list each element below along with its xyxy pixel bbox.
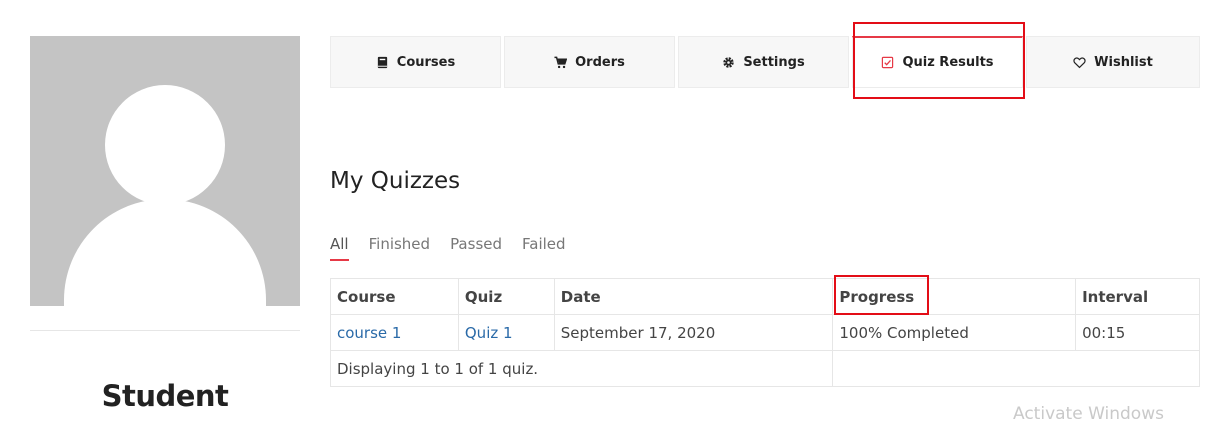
tab-wishlist-label: Wishlist [1094, 54, 1153, 70]
course-link[interactable]: course 1 [337, 324, 401, 342]
interval-cell: 00:15 [1075, 314, 1200, 351]
heart-icon [1073, 56, 1086, 69]
column-header-date: Date [553, 278, 834, 315]
footer-empty-cell [832, 350, 1200, 387]
avatar-head-shape [105, 85, 225, 205]
column-header-progress: Progress [832, 278, 1077, 315]
tab-orders-label: Orders [575, 54, 625, 70]
column-header-interval: Interval [1075, 278, 1200, 315]
page-title: My Quizzes [330, 168, 461, 194]
progress-cell: 100% Completed [832, 314, 1077, 351]
gear-icon [722, 56, 735, 69]
tab-orders[interactable]: Orders [504, 36, 675, 88]
checkbox-icon [881, 56, 894, 69]
cart-icon [554, 56, 568, 69]
course-cell: course 1 [330, 314, 459, 351]
avatar-body-shape [64, 199, 266, 306]
column-header-course: Course [330, 278, 459, 315]
column-header-quiz: Quiz [457, 278, 555, 315]
table-footer-row: Displaying 1 to 1 of 1 quiz. [329, 350, 1200, 387]
avatar [30, 36, 300, 306]
book-icon [376, 56, 389, 69]
tab-quiz-results-label: Quiz Results [902, 55, 994, 70]
filter-failed[interactable]: Failed [522, 235, 566, 259]
activate-windows-watermark: Activate Windows [1013, 404, 1164, 421]
filter-all[interactable]: All [330, 235, 349, 261]
table-row: course 1 Quiz 1 September 17, 2020 100% … [330, 314, 1200, 351]
quiz-results-table: Course Quiz Date Progress Interval cours… [329, 278, 1200, 387]
tab-courses-label: Courses [396, 54, 456, 70]
quiz-link[interactable]: Quiz 1 [465, 324, 513, 342]
tab-settings-label: Settings [743, 54, 805, 70]
filter-finished[interactable]: Finished [369, 235, 430, 259]
filter-passed[interactable]: Passed [450, 235, 502, 259]
table-header-row: Course Quiz Date Progress Interval [330, 278, 1200, 315]
quiz-filter-tabs: All Finished Passed Failed [330, 235, 566, 261]
profile-divider [30, 330, 300, 331]
tab-wishlist[interactable]: Wishlist [1026, 36, 1200, 88]
tab-courses[interactable]: Courses [330, 36, 501, 88]
quiz-cell: Quiz 1 [457, 314, 555, 351]
pagination-summary: Displaying 1 to 1 of 1 quiz. [329, 350, 834, 387]
tab-quiz-results[interactable]: Quiz Results [852, 36, 1023, 88]
date-cell: September 17, 2020 [553, 314, 834, 351]
tab-settings[interactable]: Settings [678, 36, 849, 88]
profile-name: Student [101, 379, 229, 413]
